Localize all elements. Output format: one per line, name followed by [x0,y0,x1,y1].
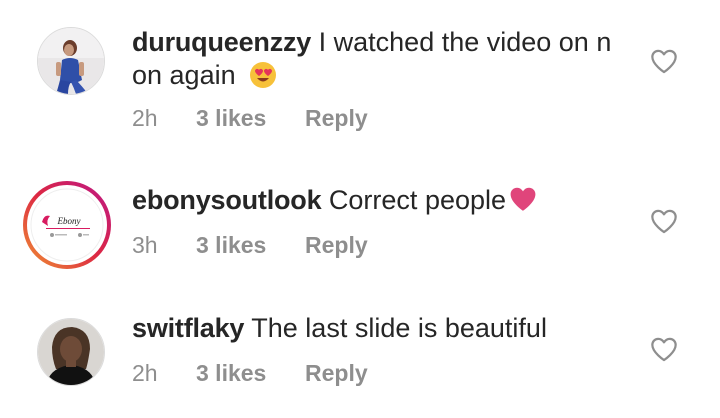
comment-text: on again [132,60,236,90]
avatar[interactable] [37,318,105,386]
comment-time: 2h [132,105,158,131]
comment-username[interactable]: ebonysoutlook [132,185,322,215]
avatar[interactable] [37,27,105,95]
avatar[interactable]: Ebony [22,180,112,270]
heart-eyes-emoji-icon [249,61,277,97]
comment-username[interactable]: duruqueenzzy [132,27,311,57]
comment-text: Correct people [328,185,507,215]
comment-time: 3h [132,232,158,258]
heart-outline-icon[interactable] [650,208,678,234]
comment-likes[interactable]: 3 likes [196,231,266,259]
comment-text: I watched the video on n [318,27,612,57]
comment-text-line: on again [132,58,277,97]
comment-likes[interactable]: 3 likes [196,359,266,387]
comment-likes[interactable]: 3 likes [196,104,266,132]
reply-button[interactable]: Reply [305,231,368,259]
svg-text:Ebony: Ebony [57,216,81,226]
reply-button[interactable]: Reply [305,104,368,132]
heart-emoji-icon [508,186,538,220]
comment-text-line: switflaky The last slide is beautiful [132,311,547,345]
heart-outline-icon[interactable] [650,48,678,74]
comment-text: The last slide is beautiful [251,313,547,343]
comment-text-line: ebonysoutlook Correct people [132,183,538,220]
comment-time: 2h [132,360,158,386]
comment-username[interactable]: switflaky [132,313,244,343]
heart-outline-icon[interactable] [650,336,678,362]
reply-button[interactable]: Reply [305,359,368,387]
comment-text-line: duruqueenzzy I watched the video on n [132,25,611,59]
